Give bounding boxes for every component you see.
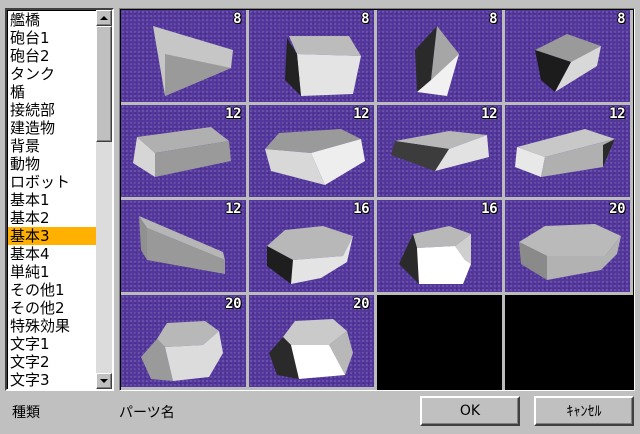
part-tile[interactable]: 20 (249, 295, 377, 390)
category-item[interactable]: 建造物 (8, 119, 96, 137)
category-item[interactable]: 基本4 (8, 245, 96, 263)
polygon-count-label: 20 (353, 296, 369, 312)
part-tile[interactable]: 12 (249, 105, 377, 200)
category-item[interactable]: その他2 (8, 299, 96, 317)
polygon-count-label: 8 (617, 11, 625, 27)
category-item[interactable]: 基本1 (8, 191, 96, 209)
part-tile[interactable]: 12 (505, 105, 633, 200)
category-item[interactable]: 砲台1 (8, 29, 96, 47)
kind-label: 種類 (12, 405, 40, 421)
part-tile[interactable]: 20 (121, 295, 249, 390)
category-list-items: 艦橋 砲台1 砲台2 タンク楯接続部 建造物 背景 動物 ロボット 基本1 基本2 基本3 基本4 単純… (8, 11, 96, 390)
category-item[interactable]: 動物 (8, 155, 96, 173)
part-name-label: パーツ名 (119, 405, 175, 421)
category-item[interactable]: 背景 (8, 137, 96, 155)
empty-tile (377, 295, 505, 390)
category-item[interactable]: 単純1 (8, 263, 96, 281)
polygon-count-label: 8 (489, 11, 497, 27)
part-tile[interactable]: 8 (377, 10, 505, 105)
part-tile[interactable]: 8 (121, 10, 249, 105)
part-tile[interactable]: 12 (121, 200, 249, 295)
scroll-thumb[interactable] (96, 26, 112, 142)
part-shape-icon (153, 26, 233, 96)
category-item[interactable]: 文字3 (8, 371, 96, 389)
category-item[interactable]: 文字1 (8, 335, 96, 353)
category-item[interactable]: その他1 (8, 281, 96, 299)
polygon-count-label: 12 (609, 106, 625, 122)
ok-button[interactable]: OK (420, 396, 520, 426)
part-tile[interactable]: 8 (505, 10, 633, 105)
arrow-down-icon (100, 379, 108, 383)
part-shape-icon (535, 34, 601, 92)
category-item[interactable]: 砲台2 (8, 47, 96, 65)
polygon-count-label: 20 (609, 201, 625, 217)
category-item[interactable]: 艦橋 (8, 11, 96, 29)
part-tile[interactable]: 20 (505, 200, 633, 295)
part-tile[interactable]: 12 (121, 105, 249, 200)
scroll-down-button[interactable] (96, 373, 112, 389)
part-shape-icon (285, 36, 361, 96)
polygon-count-label: 16 (481, 201, 497, 217)
empty-tile (505, 295, 633, 390)
part-tile[interactable]: 16 (249, 200, 377, 295)
polygon-count-label: 16 (353, 201, 369, 217)
category-item[interactable]: 特殊効果 (8, 317, 96, 335)
category-item[interactable]: 基本3 (8, 227, 96, 245)
category-scrollbar[interactable] (96, 10, 112, 389)
arrow-up-icon (100, 16, 108, 20)
category-item[interactable]: 文字2 (8, 353, 96, 371)
cancel-button[interactable]: ｷｬﾝｾﾙ (534, 396, 634, 426)
polygon-count-label: 12 (225, 106, 241, 122)
polygon-count-label: 12 (481, 106, 497, 122)
part-shape-icon (415, 26, 459, 96)
part-tile[interactable]: 8 (249, 10, 377, 105)
polygon-count-label: 8 (361, 11, 369, 27)
category-item[interactable]: ロボット (8, 173, 96, 191)
polygon-count-label: 20 (225, 296, 241, 312)
parts-grid: 8 8 8 8 12 12 12 12 12 16 16 20 20 20 (121, 10, 633, 390)
category-item[interactable]: 楯 (8, 83, 96, 101)
part-tile[interactable]: 16 (377, 200, 505, 295)
polygon-count-label: 12 (353, 106, 369, 122)
scroll-up-button[interactable] (96, 10, 112, 26)
category-item[interactable]: 接続部 (8, 101, 96, 119)
parts-grid-frame: 8 8 8 8 12 12 12 12 12 16 16 20 20 20 (119, 8, 635, 391)
polygon-count-label: 8 (233, 11, 241, 27)
polygon-count-label: 12 (225, 201, 241, 217)
category-list[interactable]: 艦橋 砲台1 砲台2 タンク楯接続部 建造物 背景 動物 ロボット 基本1 基本2 基本3 基本4 単純… (5, 8, 114, 391)
part-tile[interactable]: 12 (377, 105, 505, 200)
category-item[interactable]: タンク (8, 65, 96, 83)
category-item[interactable]: 基本2 (8, 209, 96, 227)
